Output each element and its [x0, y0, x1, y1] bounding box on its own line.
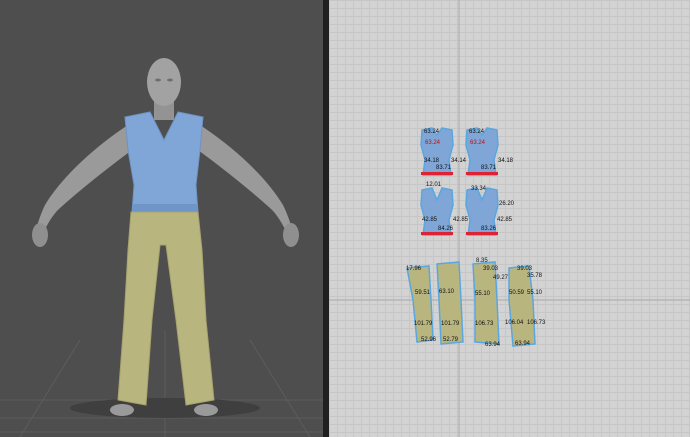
3d-scene[interactable] [0, 0, 323, 437]
measure-label: 83.26 [481, 226, 497, 232]
measure-label: 34.14 [451, 158, 467, 164]
measure-label: 33.34 [471, 186, 487, 192]
measure-label: 26.20 [499, 201, 515, 207]
measure-label: 84.26 [438, 226, 454, 232]
measure-label: 63.24 [425, 140, 441, 146]
measure-label: 52.96 [421, 337, 437, 343]
measure-label: 101.79 [414, 321, 433, 327]
left-arm [34, 125, 132, 244]
measure-label: 59.51 [415, 290, 431, 296]
left-hand [32, 223, 48, 247]
vest-garment[interactable] [124, 111, 204, 213]
eye-right [167, 78, 173, 82]
measure-label: 12.01 [426, 182, 442, 188]
2d-pattern-window[interactable]: 63.24 63.24 34.18 83.71 63.24 63.24 34.1… [329, 0, 690, 437]
vest-back-panel-right[interactable]: 63.24 63.24 34.14 34.18 83.71 [451, 127, 514, 176]
avatar-shadow [70, 398, 260, 418]
measure-label: 106.04 [505, 320, 524, 326]
right-foot [194, 404, 218, 416]
vest-back-panel-left[interactable]: 63.24 63.24 34.18 83.71 [420, 127, 454, 176]
measure-label: 52.79 [443, 337, 459, 343]
measure-label: 42.85 [497, 217, 513, 223]
pants-garment[interactable] [117, 211, 215, 406]
head [147, 58, 181, 106]
measure-label: 42.85 [453, 217, 469, 223]
right-hand [283, 223, 299, 247]
right-arm [198, 125, 296, 244]
measure-label: 63.24 [424, 129, 440, 135]
measure-label: 8.35 [476, 258, 488, 264]
measure-label: 83.71 [481, 165, 497, 171]
measure-label: 63.24 [470, 140, 486, 146]
vest-front-panel-right[interactable]: 33.34 26.20 42.85 42.85 83.26 [453, 186, 515, 236]
measure-label: 39.03 [483, 266, 499, 272]
measure-label: 63.94 [485, 342, 501, 348]
measure-label: 63.10 [439, 289, 455, 295]
measure-label: 55.10 [527, 290, 543, 296]
measure-label: 55.10 [475, 291, 491, 297]
measure-label: 17.96 [406, 266, 422, 272]
measure-label: 34.18 [498, 158, 514, 164]
measure-label: 83.71 [436, 165, 452, 171]
measure-label: 101.79 [441, 321, 460, 327]
pattern-canvas[interactable]: 63.24 63.24 34.18 83.71 63.24 63.24 34.1… [329, 0, 690, 437]
measure-label: 106.73 [527, 320, 546, 326]
measure-label: 106.73 [475, 321, 494, 327]
ground-grid [0, 330, 323, 437]
measure-label: 34.18 [424, 158, 440, 164]
pants-panel-right-back[interactable]: 39.03 35.78 49.27 55.10 50.59 106.04 106… [493, 265, 546, 347]
3d-viewport[interactable] [0, 0, 323, 437]
measure-label: 49.27 [493, 275, 509, 281]
measure-label: 50.59 [509, 290, 525, 296]
vest-hem [132, 204, 198, 212]
measure-label: 39.03 [517, 266, 533, 272]
measure-label: 42.85 [422, 217, 438, 223]
pants-panel-left-front[interactable]: 17.96 59.51 101.79 52.96 [406, 265, 437, 343]
pants-panel-right-front[interactable]: 8.35 39.03 55.10 106.73 63.94 [472, 258, 501, 348]
measure-label: 63.94 [515, 341, 531, 347]
left-foot [110, 404, 134, 416]
pants-panel-left-back[interactable]: 63.10 101.79 52.79 [436, 261, 464, 345]
eye-left [155, 78, 161, 82]
measure-label: 35.78 [527, 273, 543, 279]
vest-front-panel-left[interactable]: 12.01 42.85 84.26 [420, 182, 454, 236]
measure-label: 63.24 [469, 129, 485, 135]
